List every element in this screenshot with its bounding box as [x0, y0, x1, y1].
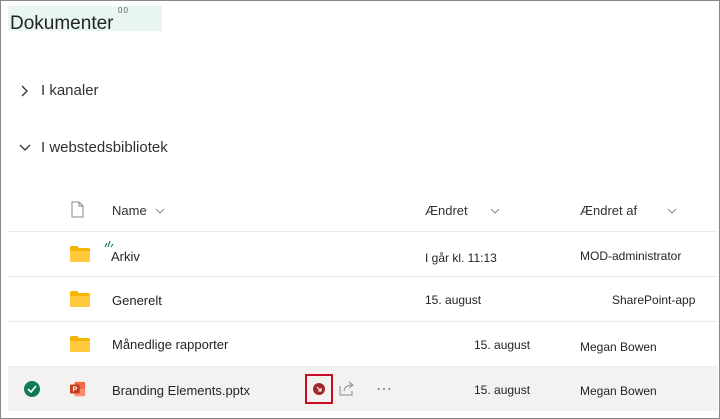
section-i-webstedsbibliotek[interactable]: I webstedsbibliotek [18, 139, 168, 156]
chevron-down-icon [667, 208, 677, 214]
powerpoint-icon: P [70, 380, 86, 398]
modified-date: 15. august [474, 383, 531, 397]
file-type-header-icon[interactable] [70, 200, 84, 218]
section-label: I kanaler [41, 82, 99, 99]
column-header-modified-by[interactable]: Ændret af [580, 203, 677, 218]
title-badge: 00 [118, 6, 129, 15]
page-title: Dokumenter [10, 13, 114, 34]
chevron-down-icon [18, 141, 32, 155]
chevron-down-icon [490, 208, 500, 214]
modified-date: 15. august [425, 293, 482, 307]
column-header-label: Name [112, 203, 147, 218]
svg-text:P: P [73, 386, 78, 394]
column-header-modified[interactable]: Ændret [425, 203, 500, 218]
folder-icon [70, 246, 90, 262]
chevron-down-icon [155, 208, 165, 214]
column-header-label: Ændret [425, 203, 468, 218]
section-label: I webstedsbibliotek [41, 139, 168, 156]
file-name-link[interactable]: Månedlige rapporter [112, 337, 228, 352]
checked-out-icon[interactable] [313, 383, 325, 395]
more-options-icon[interactable]: ⋯ [376, 379, 393, 399]
modified-by[interactable]: Megan Bowen [580, 384, 657, 398]
modified-by[interactable]: MOD-administrator [580, 249, 681, 263]
selected-checkmark-icon[interactable] [24, 381, 40, 397]
share-icon[interactable] [339, 380, 355, 396]
file-name-link[interactable]: Branding Elements.pptx [112, 383, 250, 398]
section-i-kanaler[interactable]: I kanaler [18, 82, 99, 99]
modified-date: 15. august [474, 338, 531, 352]
column-header-name[interactable]: Name [112, 203, 165, 218]
file-name-link[interactable]: Generelt [112, 293, 162, 308]
file-name-link[interactable]: Arkiv [111, 249, 140, 264]
new-item-sparkle-icon [104, 238, 114, 248]
modified-by[interactable]: SharePoint-app [612, 293, 695, 307]
chevron-right-icon [18, 84, 32, 98]
folder-icon [70, 336, 90, 352]
column-header-label: Ændret af [580, 203, 638, 218]
folder-icon [70, 291, 90, 307]
modified-by[interactable]: Megan Bowen [580, 340, 657, 354]
modified-date: I går kl. 11:13 [425, 251, 497, 265]
